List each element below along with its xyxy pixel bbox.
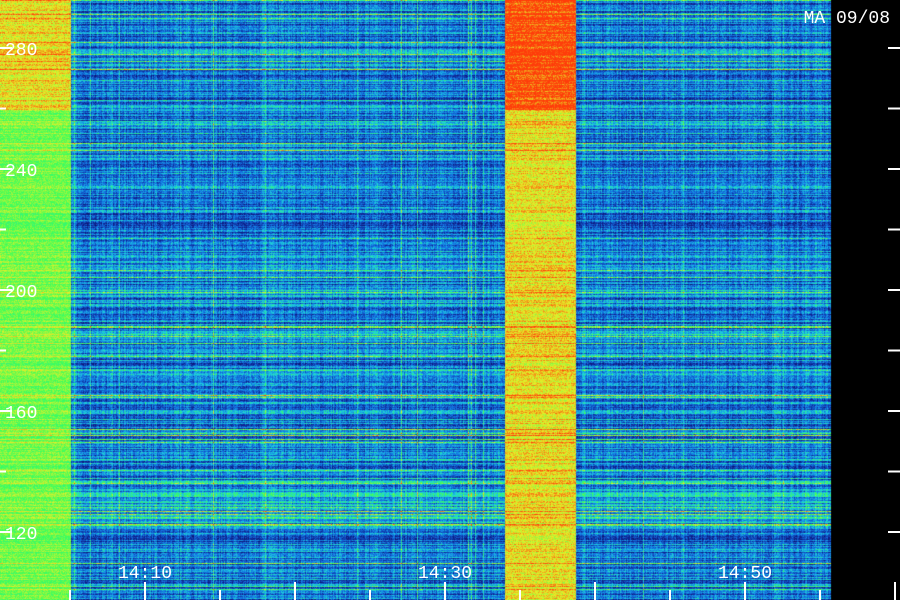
y-ticks-right xyxy=(888,47,900,533)
y-tick-label: 200 xyxy=(5,283,37,303)
y-tick-label: 280 xyxy=(5,41,37,61)
y-tick-label: 240 xyxy=(5,162,37,182)
y-tick-label: 160 xyxy=(5,404,37,424)
axis-layer: 120 160 200 240 280 14:10 14:30 14:50 MA 09/08 xyxy=(0,9,900,600)
x-tick-label: 14:50 xyxy=(718,564,772,584)
x-tick-labels: 14:10 14:30 14:50 xyxy=(118,564,772,584)
spectrogram-axes: 120 160 200 240 280 14:10 14:30 14:50 MA 09/08 xyxy=(0,0,900,600)
y-tick-labels: 120 160 200 240 280 xyxy=(5,41,37,545)
x-tick-label: 14:30 xyxy=(418,564,472,584)
y-tick-label: 120 xyxy=(5,525,37,545)
x-tick-label: 14:10 xyxy=(118,564,172,584)
x-ticks xyxy=(69,582,896,600)
date-stamp: MA 09/08 xyxy=(804,9,890,29)
